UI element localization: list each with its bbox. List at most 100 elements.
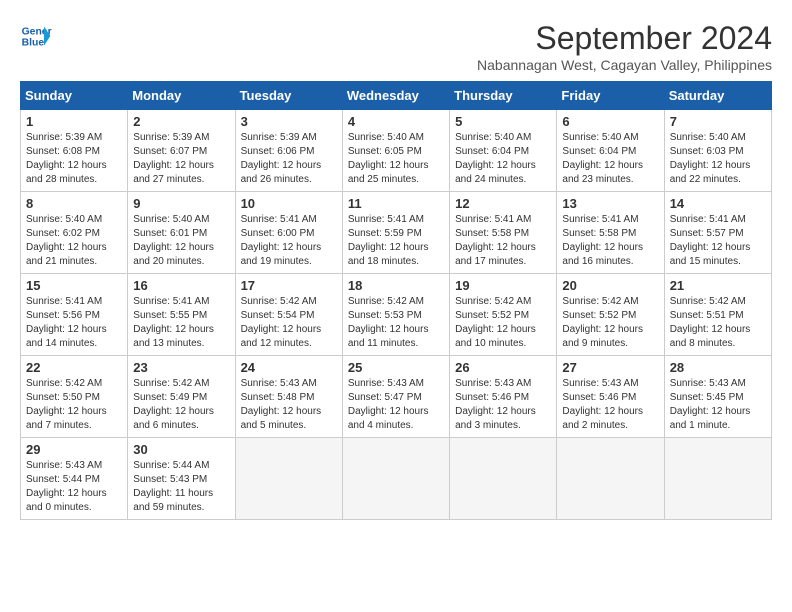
calendar-day-cell: 19 Sunrise: 5:42 AM Sunset: 5:52 PM Dayl… bbox=[450, 274, 557, 356]
sunset-label: Sunset: 5:58 PM bbox=[562, 228, 636, 239]
sunrise-label: Sunrise: 5:41 AM bbox=[455, 214, 531, 225]
daylight-label: Daylight: 12 hours and 27 minutes. bbox=[133, 160, 214, 185]
day-info: Sunrise: 5:40 AM Sunset: 6:04 PM Dayligh… bbox=[562, 131, 658, 187]
day-info: Sunrise: 5:43 AM Sunset: 5:48 PM Dayligh… bbox=[241, 377, 337, 433]
header-saturday: Saturday bbox=[664, 82, 771, 110]
daylight-label: Daylight: 12 hours and 21 minutes. bbox=[26, 242, 107, 267]
day-number: 7 bbox=[670, 114, 766, 129]
daylight-label: Daylight: 12 hours and 12 minutes. bbox=[241, 324, 322, 349]
sunset-label: Sunset: 6:03 PM bbox=[670, 146, 744, 157]
calendar-day-cell: 28 Sunrise: 5:43 AM Sunset: 5:45 PM Dayl… bbox=[664, 356, 771, 438]
calendar-day-cell: 24 Sunrise: 5:43 AM Sunset: 5:48 PM Dayl… bbox=[235, 356, 342, 438]
day-info: Sunrise: 5:41 AM Sunset: 5:58 PM Dayligh… bbox=[455, 213, 551, 269]
calendar-day-cell: 17 Sunrise: 5:42 AM Sunset: 5:54 PM Dayl… bbox=[235, 274, 342, 356]
day-info: Sunrise: 5:39 AM Sunset: 6:06 PM Dayligh… bbox=[241, 131, 337, 187]
sunrise-label: Sunrise: 5:39 AM bbox=[133, 132, 209, 143]
month-title: September 2024 bbox=[477, 20, 772, 57]
logo: General Blue bbox=[20, 20, 52, 52]
daylight-label: Daylight: 12 hours and 10 minutes. bbox=[455, 324, 536, 349]
daylight-label: Daylight: 12 hours and 2 minutes. bbox=[562, 406, 643, 431]
calendar-day-cell bbox=[557, 438, 664, 520]
daylight-label: Daylight: 12 hours and 11 minutes. bbox=[348, 324, 429, 349]
calendar-day-cell: 5 Sunrise: 5:40 AM Sunset: 6:04 PM Dayli… bbox=[450, 110, 557, 192]
sunrise-label: Sunrise: 5:41 AM bbox=[562, 214, 638, 225]
day-number: 6 bbox=[562, 114, 658, 129]
sunset-label: Sunset: 6:04 PM bbox=[455, 146, 529, 157]
sunset-label: Sunset: 5:47 PM bbox=[348, 392, 422, 403]
calendar-day-cell: 12 Sunrise: 5:41 AM Sunset: 5:58 PM Dayl… bbox=[450, 192, 557, 274]
day-info: Sunrise: 5:39 AM Sunset: 6:07 PM Dayligh… bbox=[133, 131, 229, 187]
calendar-week-row: 29 Sunrise: 5:43 AM Sunset: 5:44 PM Dayl… bbox=[21, 438, 772, 520]
day-info: Sunrise: 5:43 AM Sunset: 5:46 PM Dayligh… bbox=[455, 377, 551, 433]
day-info: Sunrise: 5:43 AM Sunset: 5:46 PM Dayligh… bbox=[562, 377, 658, 433]
sunrise-label: Sunrise: 5:41 AM bbox=[26, 296, 102, 307]
header-friday: Friday bbox=[557, 82, 664, 110]
day-info: Sunrise: 5:41 AM Sunset: 5:57 PM Dayligh… bbox=[670, 213, 766, 269]
daylight-label: Daylight: 12 hours and 7 minutes. bbox=[26, 406, 107, 431]
daylight-label: Daylight: 12 hours and 17 minutes. bbox=[455, 242, 536, 267]
sunset-label: Sunset: 6:00 PM bbox=[241, 228, 315, 239]
day-number: 3 bbox=[241, 114, 337, 129]
sunrise-label: Sunrise: 5:40 AM bbox=[26, 214, 102, 225]
day-number: 14 bbox=[670, 196, 766, 211]
sunrise-label: Sunrise: 5:43 AM bbox=[455, 378, 531, 389]
calendar-day-cell: 6 Sunrise: 5:40 AM Sunset: 6:04 PM Dayli… bbox=[557, 110, 664, 192]
day-number: 1 bbox=[26, 114, 122, 129]
sunset-label: Sunset: 5:44 PM bbox=[26, 474, 100, 485]
day-number: 22 bbox=[26, 360, 122, 375]
day-number: 30 bbox=[133, 442, 229, 457]
header-thursday: Thursday bbox=[450, 82, 557, 110]
sunset-label: Sunset: 5:59 PM bbox=[348, 228, 422, 239]
daylight-label: Daylight: 12 hours and 19 minutes. bbox=[241, 242, 322, 267]
day-number: 4 bbox=[348, 114, 444, 129]
calendar-day-cell: 3 Sunrise: 5:39 AM Sunset: 6:06 PM Dayli… bbox=[235, 110, 342, 192]
sunrise-label: Sunrise: 5:39 AM bbox=[26, 132, 102, 143]
calendar-week-row: 22 Sunrise: 5:42 AM Sunset: 5:50 PM Dayl… bbox=[21, 356, 772, 438]
sunset-label: Sunset: 5:46 PM bbox=[562, 392, 636, 403]
day-info: Sunrise: 5:42 AM Sunset: 5:53 PM Dayligh… bbox=[348, 295, 444, 351]
sunrise-label: Sunrise: 5:40 AM bbox=[133, 214, 209, 225]
day-info: Sunrise: 5:40 AM Sunset: 6:05 PM Dayligh… bbox=[348, 131, 444, 187]
sunrise-label: Sunrise: 5:40 AM bbox=[348, 132, 424, 143]
sunset-label: Sunset: 5:48 PM bbox=[241, 392, 315, 403]
sunset-label: Sunset: 5:57 PM bbox=[670, 228, 744, 239]
sunrise-label: Sunrise: 5:43 AM bbox=[670, 378, 746, 389]
calendar-day-cell: 15 Sunrise: 5:41 AM Sunset: 5:56 PM Dayl… bbox=[21, 274, 128, 356]
calendar-day-cell: 7 Sunrise: 5:40 AM Sunset: 6:03 PM Dayli… bbox=[664, 110, 771, 192]
calendar-day-cell: 16 Sunrise: 5:41 AM Sunset: 5:55 PM Dayl… bbox=[128, 274, 235, 356]
calendar-day-cell: 30 Sunrise: 5:44 AM Sunset: 5:43 PM Dayl… bbox=[128, 438, 235, 520]
sunrise-label: Sunrise: 5:42 AM bbox=[455, 296, 531, 307]
day-info: Sunrise: 5:40 AM Sunset: 6:02 PM Dayligh… bbox=[26, 213, 122, 269]
daylight-label: Daylight: 12 hours and 15 minutes. bbox=[670, 242, 751, 267]
sunrise-label: Sunrise: 5:40 AM bbox=[562, 132, 638, 143]
day-info: Sunrise: 5:40 AM Sunset: 6:01 PM Dayligh… bbox=[133, 213, 229, 269]
sunrise-label: Sunrise: 5:42 AM bbox=[133, 378, 209, 389]
calendar-day-cell: 22 Sunrise: 5:42 AM Sunset: 5:50 PM Dayl… bbox=[21, 356, 128, 438]
sunrise-label: Sunrise: 5:44 AM bbox=[133, 460, 209, 471]
sunset-label: Sunset: 5:58 PM bbox=[455, 228, 529, 239]
daylight-label: Daylight: 12 hours and 1 minute. bbox=[670, 406, 751, 431]
day-number: 16 bbox=[133, 278, 229, 293]
calendar-day-cell bbox=[235, 438, 342, 520]
day-info: Sunrise: 5:42 AM Sunset: 5:52 PM Dayligh… bbox=[562, 295, 658, 351]
day-number: 15 bbox=[26, 278, 122, 293]
day-number: 26 bbox=[455, 360, 551, 375]
daylight-label: Daylight: 12 hours and 0 minutes. bbox=[26, 488, 107, 513]
sunset-label: Sunset: 5:49 PM bbox=[133, 392, 207, 403]
sunrise-label: Sunrise: 5:42 AM bbox=[348, 296, 424, 307]
sunrise-label: Sunrise: 5:42 AM bbox=[562, 296, 638, 307]
sunrise-label: Sunrise: 5:40 AM bbox=[670, 132, 746, 143]
calendar-day-cell bbox=[342, 438, 449, 520]
title-section: September 2024 Nabannagan West, Cagayan … bbox=[477, 20, 772, 73]
calendar-day-cell: 14 Sunrise: 5:41 AM Sunset: 5:57 PM Dayl… bbox=[664, 192, 771, 274]
day-info: Sunrise: 5:40 AM Sunset: 6:03 PM Dayligh… bbox=[670, 131, 766, 187]
day-number: 29 bbox=[26, 442, 122, 457]
sunset-label: Sunset: 6:02 PM bbox=[26, 228, 100, 239]
day-info: Sunrise: 5:43 AM Sunset: 5:44 PM Dayligh… bbox=[26, 459, 122, 515]
daylight-label: Daylight: 12 hours and 9 minutes. bbox=[562, 324, 643, 349]
sunrise-label: Sunrise: 5:42 AM bbox=[26, 378, 102, 389]
day-info: Sunrise: 5:42 AM Sunset: 5:50 PM Dayligh… bbox=[26, 377, 122, 433]
day-number: 2 bbox=[133, 114, 229, 129]
sunset-label: Sunset: 5:53 PM bbox=[348, 310, 422, 321]
calendar-day-cell: 21 Sunrise: 5:42 AM Sunset: 5:51 PM Dayl… bbox=[664, 274, 771, 356]
